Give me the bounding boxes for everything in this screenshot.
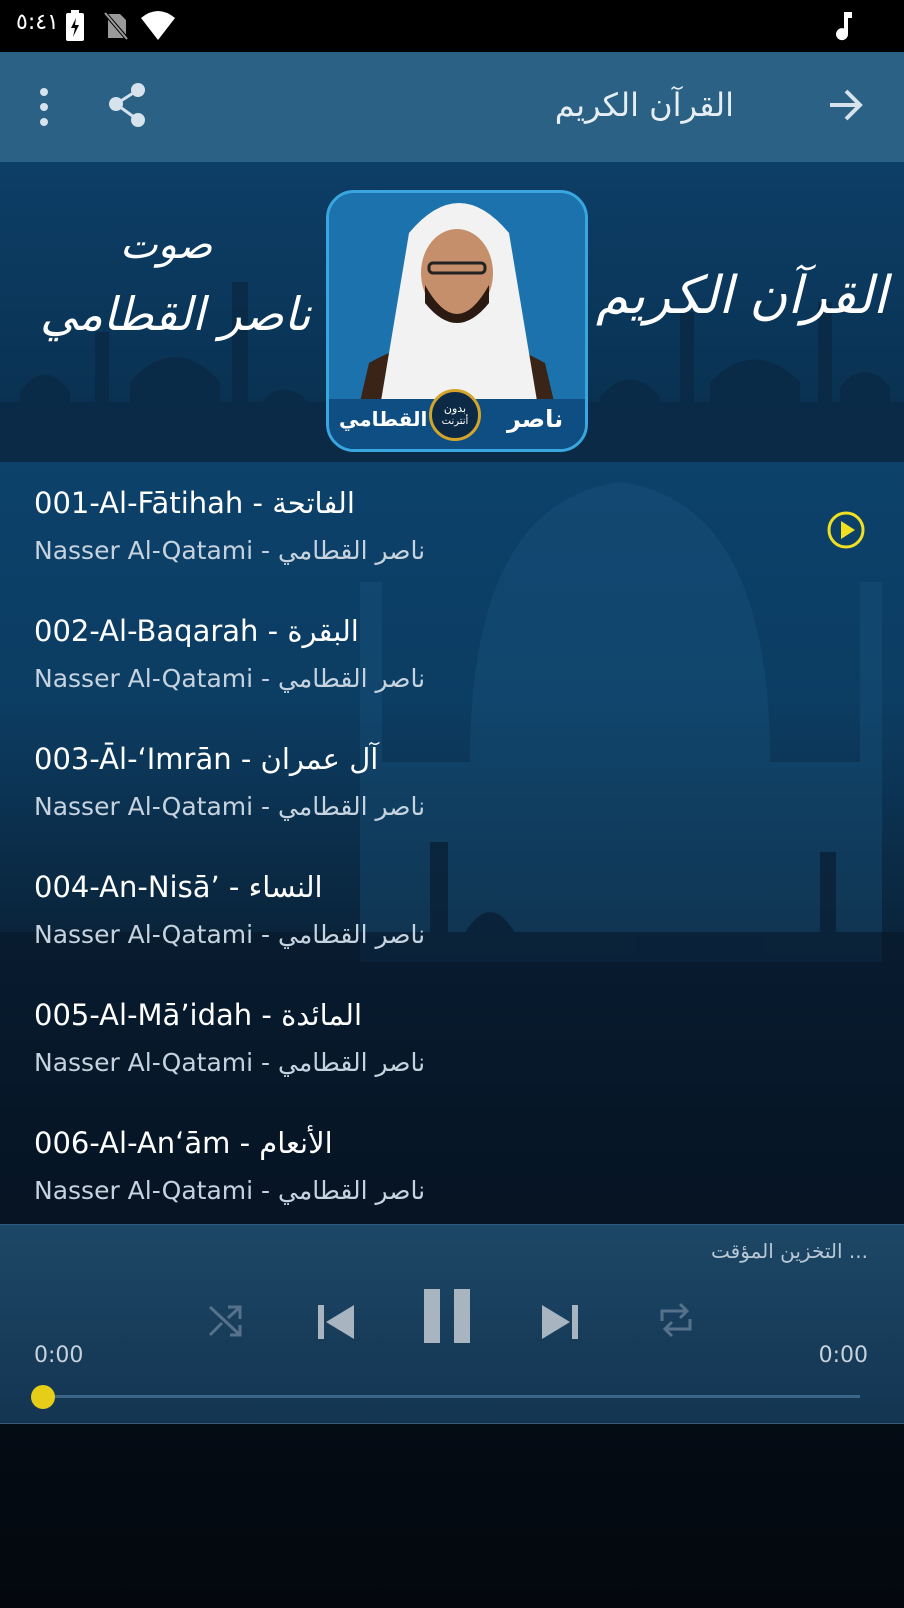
media-player: التخزين المؤقت ... 0:00 0:00 — [0, 1224, 904, 1424]
track-title: 002-Al-Baqarah - البقرة — [34, 614, 359, 648]
track-subtitle: Nasser Al-Qatami - ناصر القطامي — [34, 1176, 426, 1205]
seal-line1: بدون — [443, 402, 467, 415]
app-bar: القرآن الكريم — [0, 52, 904, 162]
seek-bar[interactable] — [42, 1395, 860, 1398]
track-title: 006-Al-An‘ām - الأنعام — [34, 1126, 333, 1160]
music-note-icon — [836, 12, 852, 41]
app-screen: ٥:٤١ القرآن الكريم صوت ناصر القطامي القر… — [0, 0, 904, 1608]
wifi-icon — [141, 11, 175, 40]
track-subtitle: Nasser Al-Qatami - ناصر القطامي — [34, 792, 426, 821]
banner-reciter-text: ناصر القطامي — [40, 287, 311, 341]
total-duration: 0:00 — [818, 1343, 868, 1368]
offline-seal-icon: بدون أنترنت — [429, 389, 481, 441]
track-title: 003-Āl-‘Imrān - آل عمران — [34, 742, 379, 776]
track-row[interactable]: 005-Al-Mā’idah - المائدة Nasser Al-Qatam… — [0, 974, 904, 1102]
banner-quran-text: القرآن الكريم — [596, 266, 888, 326]
status-bar: ٥:٤١ — [0, 0, 904, 52]
track-subtitle: Nasser Al-Qatami - ناصر القطامي — [34, 1048, 426, 1077]
track-subtitle: Nasser Al-Qatami - ناصر القطامي — [34, 536, 426, 565]
banner-voice-text: صوت — [120, 222, 213, 268]
seek-thumb[interactable] — [31, 1385, 55, 1409]
pause-icon[interactable] — [422, 1287, 472, 1345]
track-title: 001-Al-Fātihah - الفاتحة — [34, 486, 355, 520]
elapsed-time: 0:00 — [34, 1343, 84, 1368]
track-row[interactable]: 002-Al-Baqarah - البقرة Nasser Al-Qatami… — [0, 590, 904, 718]
track-title: 005-Al-Mā’idah - المائدة — [34, 998, 363, 1032]
play-circle-icon[interactable] — [826, 510, 866, 550]
track-row[interactable]: 003-Āl-‘Imrān - آل عمران Nasser Al-Qatam… — [0, 718, 904, 846]
no-sim-icon — [102, 10, 130, 42]
track-title: 004-An-Nisā’ - النساء — [34, 870, 323, 904]
buffering-status: التخزين المؤقت ... — [711, 1239, 868, 1263]
track-row[interactable]: 006-Al-An‘ām - الأنعام Nasser Al-Qatami … — [0, 1102, 904, 1230]
reciter-portrait: ناصر القطامي بدون أنترنت — [326, 190, 588, 452]
portrait-name-right: ناصر — [507, 405, 564, 433]
portrait-name-left: القطامي — [339, 407, 428, 431]
back-arrow-icon[interactable] — [826, 80, 866, 130]
track-subtitle: Nasser Al-Qatami - ناصر القطامي — [34, 664, 426, 693]
track-row[interactable]: 004-An-Nisā’ - النساء Nasser Al-Qatami -… — [0, 846, 904, 974]
page-title: القرآن الكريم — [554, 86, 734, 124]
skip-previous-icon[interactable] — [316, 1301, 356, 1343]
share-icon[interactable] — [106, 80, 148, 130]
shuffle-icon[interactable] — [206, 1301, 246, 1341]
more-vert-icon[interactable] — [36, 80, 52, 134]
track-row[interactable]: 001-Al-Fātihah - الفاتحة Nasser Al-Qatam… — [0, 462, 904, 590]
status-time: ٥:٤١ — [16, 10, 59, 35]
track-subtitle: Nasser Al-Qatami - ناصر القطامي — [34, 920, 426, 949]
repeat-icon[interactable] — [656, 1299, 696, 1341]
skip-next-icon[interactable] — [540, 1301, 580, 1343]
seal-line2: أنترنت — [441, 416, 469, 427]
battery-charging-icon — [66, 10, 84, 41]
